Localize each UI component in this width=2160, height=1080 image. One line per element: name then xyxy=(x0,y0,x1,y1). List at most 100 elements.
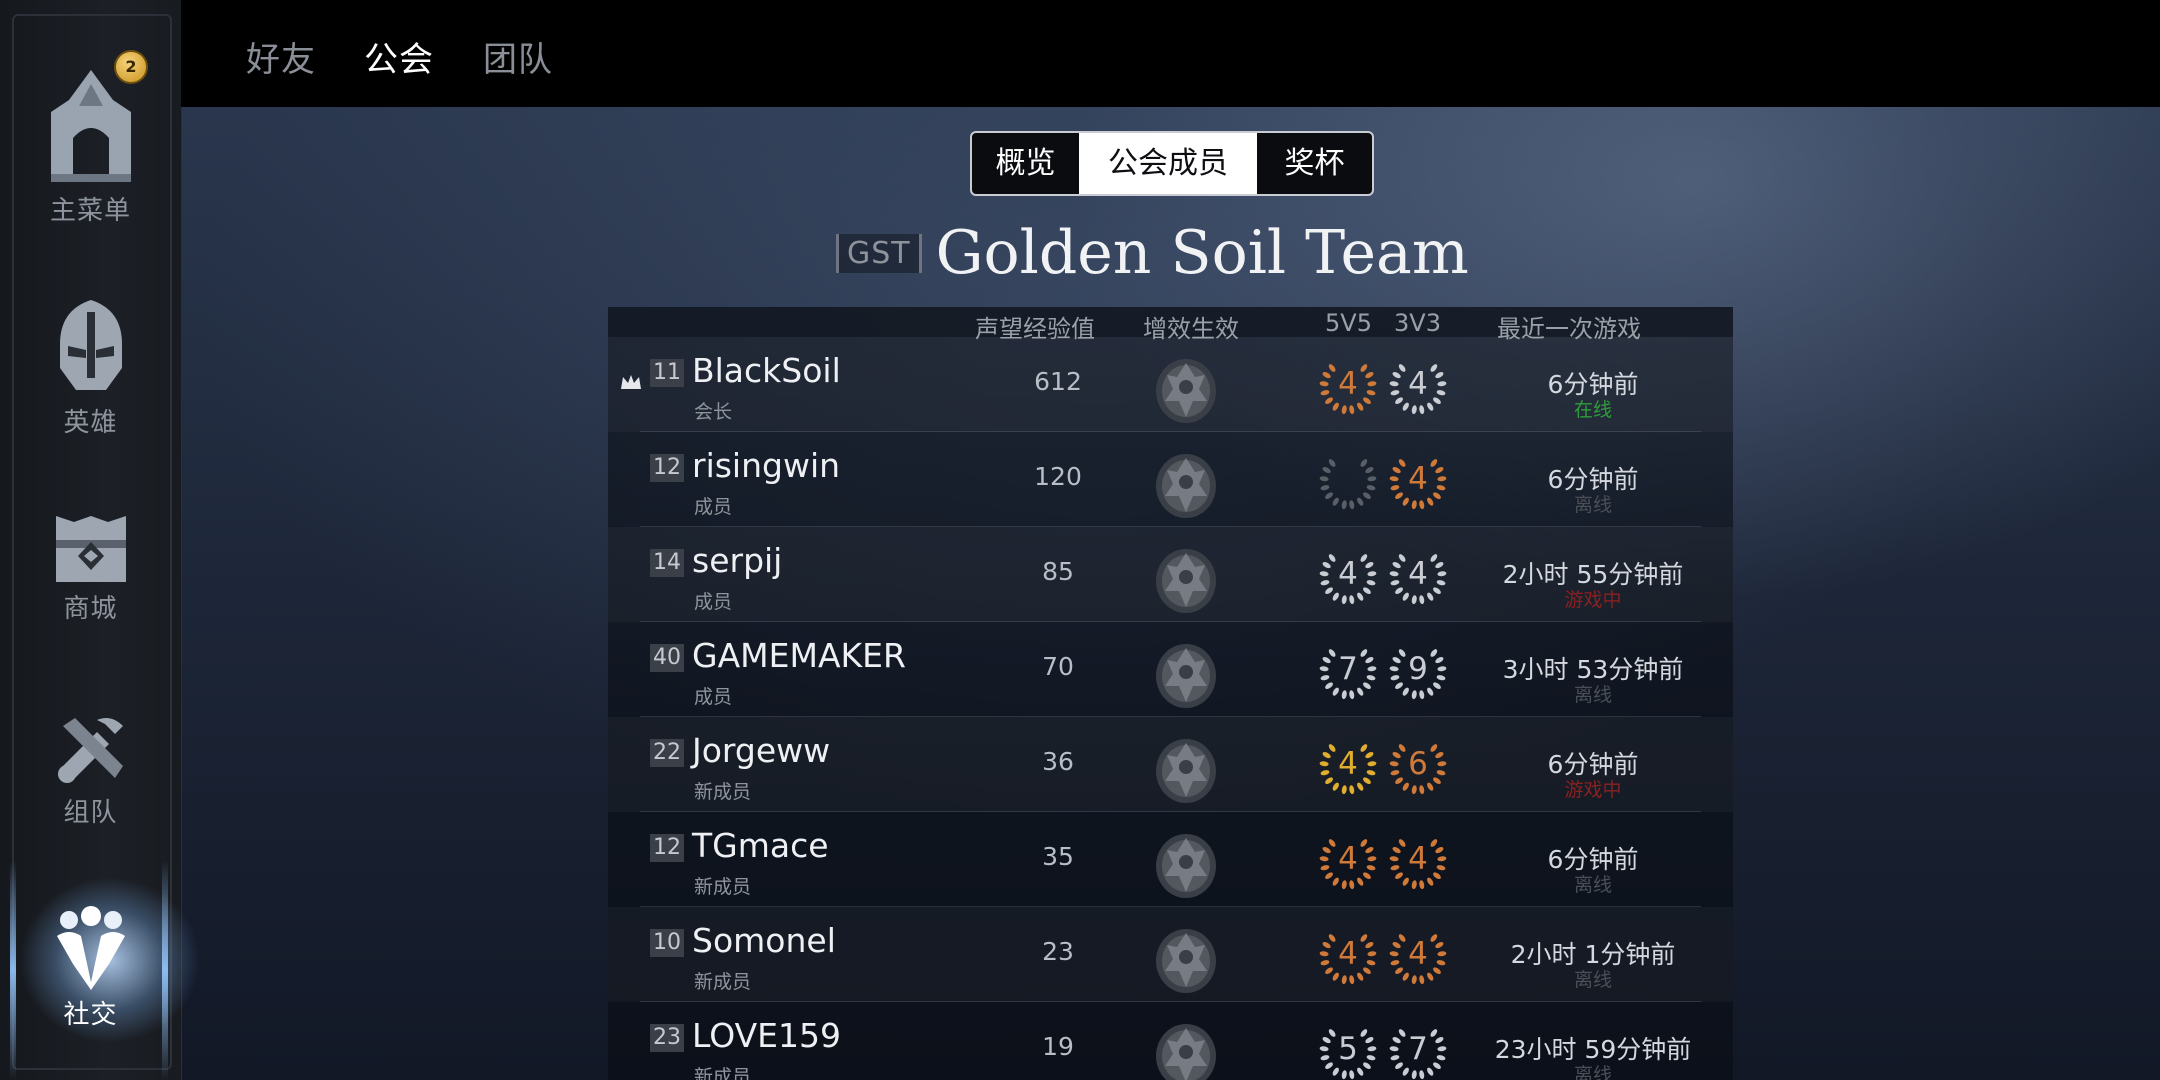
player-role: 新成员 xyxy=(694,876,752,898)
prestige-value: 85 xyxy=(1042,557,1074,586)
player-name[interactable]: Jorgeww xyxy=(692,731,830,770)
sidebar: 主菜单 2 英雄 商城 组队 社交 xyxy=(0,0,260,1080)
table-row[interactable]: 40 GAMEMAKER 成员 70 3小时 53分钟前 离线 7 9 xyxy=(608,622,1733,717)
player-level: 40 xyxy=(650,644,684,672)
player-name[interactable]: GAMEMAKER xyxy=(692,636,906,675)
guild-tag: GST xyxy=(836,233,922,273)
rank-value: 5 xyxy=(1338,1031,1358,1067)
top-bar: 好友 公会 团队 xyxy=(181,0,2160,107)
table-header: 声望经验值 增效生效 5V5 3V3 最近一次游戏 xyxy=(608,307,1733,343)
table-row[interactable]: 12 risingwin 成员 120 6分钟前 离线 4 xyxy=(608,432,1733,527)
player-role: 新成员 xyxy=(694,971,752,993)
buff-emblem-icon xyxy=(1156,359,1216,423)
segment-members[interactable]: 公会成员 xyxy=(1079,133,1257,194)
player-role: 新成员 xyxy=(694,1066,752,1080)
rank-value: 4 xyxy=(1338,936,1358,972)
rank-wreath-3v3: 4 xyxy=(1388,354,1448,420)
sidebar-item-social[interactable]: 社交 xyxy=(0,906,181,1031)
shop-icon xyxy=(55,516,126,582)
table-row[interactable]: 10 Somonel 新成员 23 2小时 1分钟前 离线 4 4 xyxy=(608,907,1733,1002)
prestige-value: 70 xyxy=(1042,652,1074,681)
table-row[interactable]: 11 BlackSoil 会长 612 6分钟前 在线 4 4 xyxy=(608,337,1733,432)
rank-wreath-3v3: 6 xyxy=(1388,734,1448,800)
rank-value: 4 xyxy=(1338,746,1358,782)
rank-value: 6 xyxy=(1408,746,1428,782)
rank-wreath-3v3: 4 xyxy=(1388,544,1448,610)
sidebar-item-label: 社交 xyxy=(63,1000,118,1030)
buff-emblem-icon xyxy=(1156,454,1216,518)
online-status: 在线 xyxy=(1573,399,1612,421)
buff-emblem-icon xyxy=(1156,739,1216,803)
online-status: 离线 xyxy=(1573,874,1612,896)
prestige-value: 36 xyxy=(1042,747,1074,776)
rank-wreath-5v5: 4 xyxy=(1318,924,1378,990)
player-name[interactable]: TGmace xyxy=(692,826,829,865)
sidebar-item-main-menu[interactable]: 主菜单 xyxy=(0,66,181,227)
buff-emblem-icon xyxy=(1156,1024,1216,1080)
player-role: 会长 xyxy=(694,401,733,423)
sidebar-item-label: 主菜单 xyxy=(49,196,131,226)
player-role: 成员 xyxy=(694,686,733,708)
buff-emblem-icon xyxy=(1156,644,1216,708)
guild-name: Golden Soil Team xyxy=(935,218,1469,288)
player-name[interactable]: serpij xyxy=(692,541,782,580)
table-row[interactable]: 22 Jorgeww 新成员 36 6分钟前 游戏中 4 6 xyxy=(608,717,1733,812)
rank-wreath-5v5: 4 xyxy=(1318,354,1378,420)
header-3v3: 3V3 xyxy=(1394,309,1441,337)
buff-emblem-icon xyxy=(1156,549,1216,613)
table-row[interactable]: 14 serpij 成员 85 2小时 55分钟前 游戏中 4 4 xyxy=(608,527,1733,622)
player-level: 22 xyxy=(650,739,684,767)
player-name[interactable]: LOVE159 xyxy=(692,1016,841,1055)
header-5v5: 5V5 xyxy=(1325,309,1372,337)
rank-value: 4 xyxy=(1338,841,1358,877)
tab-party[interactable]: 团队 xyxy=(483,32,553,81)
rank-wreath-3v3: 4 xyxy=(1388,449,1448,515)
rank-wreath-5v5: 4 xyxy=(1318,829,1378,895)
segment-trophies[interactable]: 奖杯 xyxy=(1257,133,1372,194)
buff-emblem-icon xyxy=(1156,834,1216,898)
rank-value: 7 xyxy=(1408,1031,1428,1067)
player-level: 11 xyxy=(650,359,684,387)
rank-wreath-3v3: 4 xyxy=(1388,924,1448,990)
online-status: 游戏中 xyxy=(1564,779,1622,801)
rank-value: 4 xyxy=(1408,936,1428,972)
sidebar-item-shop[interactable]: 商城 xyxy=(0,512,181,625)
rank-value: 4 xyxy=(1408,366,1428,402)
guild-title: GST Golden Soil Team xyxy=(836,218,1469,288)
sidebar-item-label: 商城 xyxy=(63,594,118,624)
table-row[interactable]: 23 LOVE159 新成员 19 23小时 59分钟前 离线 5 7 xyxy=(608,1002,1733,1080)
rank-value: 9 xyxy=(1408,651,1428,687)
sidebar-item-heroes[interactable]: 英雄 xyxy=(0,298,181,439)
team-icon xyxy=(57,718,123,783)
social-icon xyxy=(56,906,125,990)
player-name[interactable]: risingwin xyxy=(692,446,840,485)
tab-friends[interactable]: 好友 xyxy=(246,32,316,81)
online-status: 离线 xyxy=(1573,1064,1612,1080)
rank-wreath-5v5 xyxy=(1318,449,1378,515)
player-name[interactable]: BlackSoil xyxy=(692,351,841,390)
rank-wreath-5v5: 4 xyxy=(1318,734,1378,800)
table-row[interactable]: 12 TGmace 新成员 35 6分钟前 离线 4 4 xyxy=(608,812,1733,907)
rank-wreath-5v5: 4 xyxy=(1318,544,1378,610)
online-status: 离线 xyxy=(1573,684,1612,706)
member-table: 声望经验值 增效生效 5V5 3V3 最近一次游戏 11 BlackSoil 会长 6… xyxy=(608,307,1733,1080)
player-level: 12 xyxy=(650,454,684,482)
rank-wreath-3v3: 4 xyxy=(1388,829,1448,895)
sidebar-item-team[interactable]: 组队 xyxy=(0,712,181,829)
buff-emblem-icon xyxy=(1156,929,1216,993)
player-role: 成员 xyxy=(694,591,733,613)
rank-wreath-3v3: 9 xyxy=(1388,639,1448,705)
rank-value: 4 xyxy=(1408,461,1428,497)
player-level: 10 xyxy=(650,929,684,957)
segment-overview[interactable]: 概览 xyxy=(972,133,1079,194)
helmet-icon xyxy=(59,300,122,390)
tab-guild[interactable]: 公会 xyxy=(364,32,434,81)
crown-icon xyxy=(621,375,641,389)
sidebar-item-label: 英雄 xyxy=(63,408,118,438)
prestige-value: 120 xyxy=(1034,462,1082,491)
player-level: 12 xyxy=(650,834,684,862)
player-name[interactable]: Somonel xyxy=(692,921,836,960)
rank-value: 4 xyxy=(1338,556,1358,592)
notification-badge: 2 xyxy=(114,50,148,84)
rank-value: 4 xyxy=(1408,556,1428,592)
